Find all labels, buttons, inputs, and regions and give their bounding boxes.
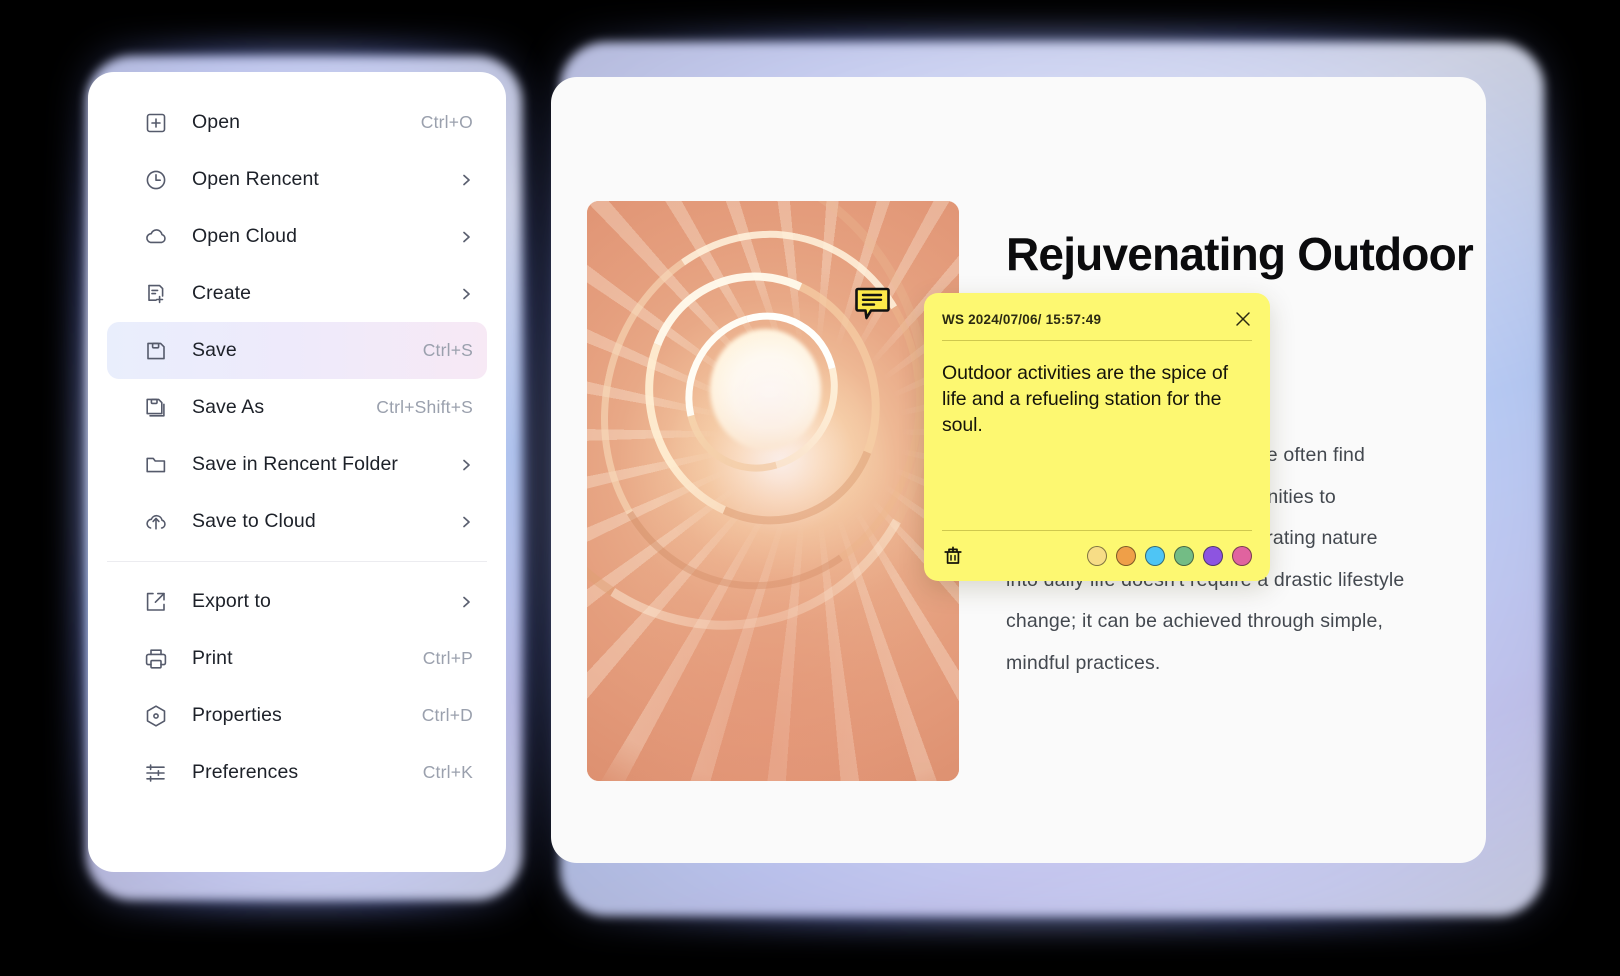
sticky-note-popup[interactable]: WS 2024/07/06/ 15:57:49 Outdoor activiti… [924, 293, 1270, 581]
menu-item-shortcut: Ctrl+D [421, 705, 473, 725]
menu-item-open-rencent[interactable]: Open Rencent [107, 151, 487, 208]
swatch-orange[interactable] [1116, 546, 1136, 566]
menu-item-print[interactable]: Print Ctrl+P [107, 630, 487, 687]
menu-item-shortcut: Ctrl+P [422, 648, 473, 668]
sticky-note-meta: WS 2024/07/06/ 15:57:49 [942, 311, 1102, 327]
create-document-icon [143, 281, 169, 307]
menu-item-label: Open Rencent [192, 168, 319, 190]
menu-item-open[interactable]: Open Ctrl+O [107, 94, 487, 151]
file-menu-list: Open Ctrl+O Open Rencent Open Cloud Create Sa… [88, 72, 506, 801]
swatch-purple[interactable] [1203, 546, 1223, 566]
sticky-note-header: WS 2024/07/06/ 15:57:49 [924, 293, 1270, 331]
chevron-right-icon [459, 287, 473, 301]
sticky-note-footer [924, 530, 1270, 581]
menu-item-label: Create [192, 282, 252, 304]
menu-item-label: Print [192, 647, 233, 669]
menu-item-label: Export to [192, 590, 271, 612]
photo-vignette [587, 201, 959, 781]
menu-item-shortcut: Ctrl+Shift+S [376, 397, 473, 417]
menu-item-label: Open [192, 111, 241, 133]
floppy-disk-copy-icon [143, 395, 169, 421]
sticky-note-color-swatches [1087, 546, 1252, 566]
menu-item-properties[interactable]: Properties Ctrl+D [107, 687, 487, 744]
printer-icon [143, 646, 169, 672]
menu-item-save-to-cloud[interactable]: Save to Cloud [107, 493, 487, 550]
menu-item-label: Save As [192, 396, 265, 418]
swatch-yellow[interactable] [1087, 546, 1107, 566]
menu-item-shortcut: Ctrl+O [420, 112, 473, 132]
trash-icon[interactable] [942, 545, 964, 567]
chevron-right-icon [459, 458, 473, 472]
menu-item-open-cloud[interactable]: Open Cloud [107, 208, 487, 265]
swatch-blue[interactable] [1145, 546, 1165, 566]
export-arrow-icon [143, 589, 169, 615]
properties-icon [143, 703, 169, 729]
close-icon[interactable] [1234, 310, 1252, 328]
chevron-right-icon [459, 230, 473, 244]
menu-item-create[interactable]: Create [107, 265, 487, 322]
clock-icon [143, 167, 169, 193]
chevron-right-icon [459, 595, 473, 609]
spiral-staircase-photo [587, 201, 959, 781]
file-menu-panel: Open Ctrl+O Open Rencent Open Cloud Create Sa… [88, 72, 506, 872]
floppy-disk-icon [143, 338, 169, 364]
sticky-note-text[interactable]: Outdoor activities are the spice of life… [924, 341, 1270, 439]
sticky-note-footer-row [942, 545, 1252, 567]
comment-bubble-icon[interactable] [855, 287, 890, 321]
menu-item-save[interactable]: Save Ctrl+S [107, 322, 487, 379]
cloud-icon [143, 224, 169, 250]
folder-icon [143, 452, 169, 478]
menu-item-save-in-rencent-folder[interactable]: Save in Rencent Folder [107, 436, 487, 493]
open-plus-icon [143, 110, 169, 136]
menu-item-label: Save in Rencent Folder [192, 453, 398, 475]
menu-item-label: Save to Cloud [192, 510, 316, 532]
menu-item-shortcut: Ctrl+K [422, 762, 473, 782]
menu-item-preferences[interactable]: Preferences Ctrl+K [107, 744, 487, 801]
swatch-green[interactable] [1174, 546, 1194, 566]
app-stage: Open Ctrl+O Open Rencent Open Cloud Create Sa… [0, 0, 1620, 976]
menu-item-label: Properties [192, 704, 282, 726]
swatch-pink[interactable] [1232, 546, 1252, 566]
menu-item-export-to[interactable]: Export to [107, 573, 487, 630]
sticky-note-footer-divider [942, 530, 1252, 531]
menu-item-label: Open Cloud [192, 225, 298, 247]
menu-item-label: Save [192, 339, 237, 361]
menu-item-save-as[interactable]: Save As Ctrl+Shift+S [107, 379, 487, 436]
menu-separator [107, 561, 487, 562]
chevron-right-icon [459, 173, 473, 187]
menu-item-label: Preferences [192, 761, 299, 783]
cloud-upload-icon [143, 509, 169, 535]
menu-item-shortcut: Ctrl+S [422, 340, 473, 360]
chevron-right-icon [459, 515, 473, 529]
sliders-icon [143, 760, 169, 786]
